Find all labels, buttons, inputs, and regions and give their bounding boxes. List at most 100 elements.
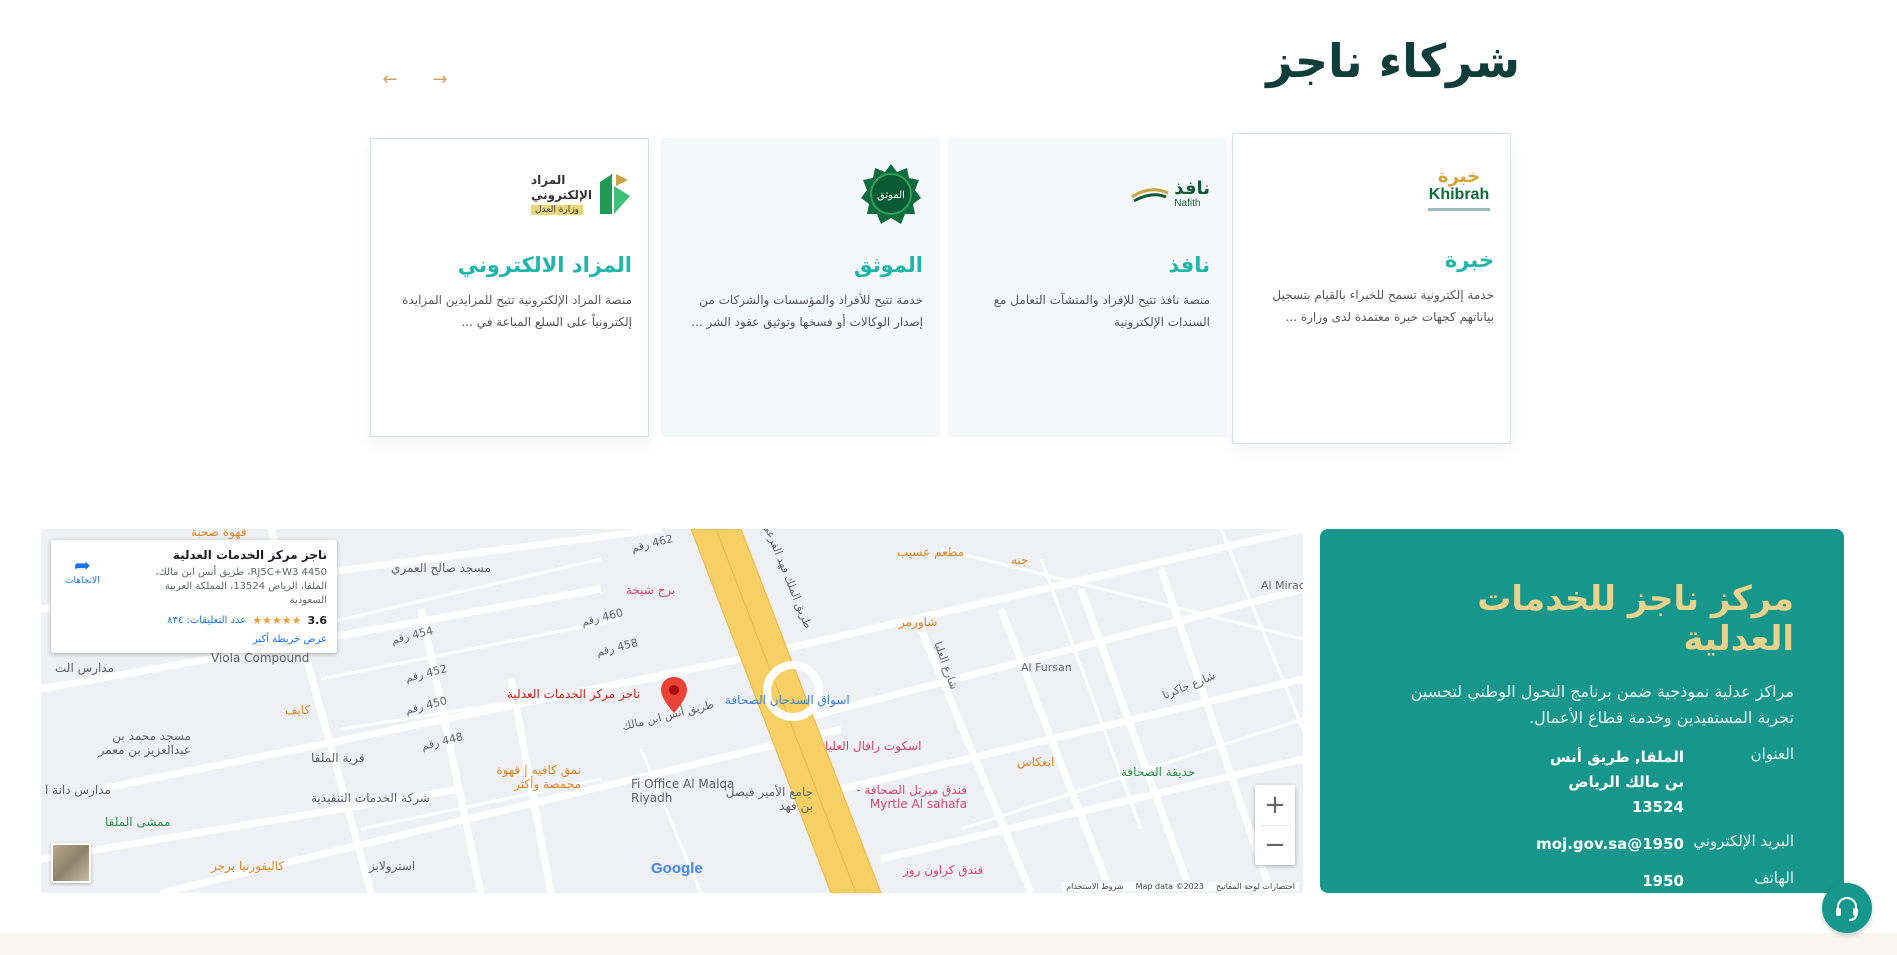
address-value: الملقا, طريق أنس بن مالك الرياض 13524 [1549, 748, 1684, 816]
mazad-logo-line3: وزارة العدل [530, 205, 583, 215]
map-street-label: Al Mirad [1261, 579, 1303, 592]
google-logo: Google [651, 860, 703, 877]
map-place-label[interactable]: حديقة الصحافة [1121, 765, 1195, 779]
map-place-label[interactable]: Viola Compound [211, 651, 309, 665]
satellite-toggle-button[interactable] [51, 843, 91, 883]
partner-card-khibrah[interactable]: خبرة Khibrah خبرة خدمة إلكترونية تسمح لل… [1232, 133, 1511, 444]
map-place-label[interactable]: مسجد محمد بن عبدالعزيز بن معمر [81, 729, 191, 757]
directions-icon: ➦ [73, 553, 91, 577]
map-place-label[interactable]: اسواق السدحان الصحافة [725, 693, 850, 707]
mazad-logo: المزاد الإلكتروني وزارة العدل [387, 149, 632, 239]
view-larger-map-link[interactable]: عرض خريطة أكبر [253, 634, 327, 645]
map-place-label[interactable]: ممشى الملقا [105, 815, 171, 829]
map-place-label[interactable]: جامع الأمير فيصل بن فهد [723, 785, 813, 813]
map-info-card: ناجز مركز الخدمات العدلية 4450 RJ5C+W3، … [51, 540, 337, 653]
map-street-label: Al Fursan [1021, 661, 1072, 674]
keyboard-shortcuts-link[interactable]: اختصارات لوحة المفاتيح [1216, 882, 1295, 891]
map-place-label[interactable]: استرولابز [369, 859, 415, 873]
partner-card-title[interactable]: الموثق [678, 253, 923, 277]
reviews-link[interactable]: عدد التعليقات: ٨٣٤ [167, 615, 246, 626]
google-map[interactable]: قهوة صحبة مسجد صالح العمري برج شيخة Viol… [41, 529, 1303, 893]
khibrah-logo-bar [1428, 207, 1490, 211]
place-rating-row: 3.6 ★★★★★ عدد التعليقات: ٨٣٤ [61, 614, 327, 627]
next-arrow-button[interactable]: → [430, 70, 450, 90]
partner-card-title[interactable]: خبرة [1249, 248, 1494, 272]
email-row: البريد الإلكتروني 1950@moj.gov.sa [1370, 832, 1794, 857]
contact-info: العنوان الملقا, طريق أنس بن مالك الرياض … [1370, 745, 1794, 894]
partner-card-desc: خدمة تتيح للأفراد والمؤسسات والشركات من … [691, 293, 923, 329]
map-place-label[interactable]: ناجز مركز الخدمات العدلية [507, 687, 640, 701]
terms-link[interactable]: شروط الاستخدام [1066, 882, 1123, 891]
zoom-out-button[interactable]: − [1255, 825, 1295, 865]
map-place-label[interactable]: مسجد صالح العمري [391, 561, 491, 575]
support-chat-button[interactable] [1822, 883, 1872, 933]
center-info-box: مركز ناجز للخدمات العدلية مراكز عدلية نم… [1320, 529, 1844, 893]
map-place-label[interactable]: جنه [1011, 553, 1028, 567]
partner-card-nafith[interactable]: نافذ Nafith نافذ منصة نافذ تتيح للإفراد … [948, 138, 1227, 437]
muwathiq-logo: الموثق [678, 149, 923, 239]
place-name: ناجز مركز الخدمات العدلية [172, 548, 327, 562]
muwathiq-logo-text: الموثق [877, 190, 905, 201]
partner-card-title[interactable]: المزاد الالكتروني [387, 253, 632, 277]
map-data-text: Map data ©2023 [1135, 882, 1204, 891]
headset-icon [1836, 897, 1858, 921]
footer-strip [0, 933, 1897, 955]
partners-carousel: خبرة Khibrah خبرة خدمة إلكترونية تسمح لل… [370, 133, 1521, 445]
nafith-logo-en: Nafith [1174, 197, 1201, 209]
partner-card-muwathiq[interactable]: الموثق الموثق خدمة تتيح للأفراد والمؤسسا… [661, 138, 940, 437]
map-place-label[interactable]: شاورمر [899, 615, 937, 629]
partner-card-desc: منصة المزاد الإلكترونية تتيح للمزايدين ا… [402, 293, 632, 329]
email-label: البريد الإلكتروني [1693, 832, 1794, 850]
partner-card-desc: منصة نافذ تتيح للإفراد والمنشآت التعامل … [993, 293, 1210, 329]
map-place-label[interactable]: انعكاس [1017, 755, 1054, 769]
place-rating: 3.6 [307, 614, 328, 627]
nafith-logo: نافذ Nafith [965, 149, 1210, 239]
map-place-label[interactable]: نمق كافيه | قهوة محمصة وأكثر [471, 763, 581, 791]
zoom-divider [1261, 825, 1289, 826]
directions-label: الاتجاهات [65, 576, 100, 586]
zoom-in-button[interactable]: + [1255, 785, 1295, 825]
map-place-label[interactable]: برج شيخة [626, 583, 675, 597]
map-footer: اختصارات لوحة المفاتيح Map data ©2023 شر… [1062, 882, 1299, 891]
center-title: مركز ناجز للخدمات العدلية [1477, 579, 1794, 659]
google-logo-text: Google [651, 860, 703, 877]
star-rating-icon: ★★★★★ [252, 614, 302, 627]
address-label: العنوان [1750, 745, 1794, 763]
map-place-label[interactable]: مدارس الت [55, 661, 114, 675]
zoom-controls: + − [1255, 785, 1295, 865]
mazad-logo-line1: المزاد [530, 173, 566, 187]
phone-value[interactable]: 1950 [1544, 869, 1684, 894]
nafith-logo-ar: نافذ [1174, 177, 1210, 199]
phone-row: الهاتف 1950 [1370, 869, 1794, 894]
prev-arrow-button[interactable]: ← [380, 70, 400, 90]
map-place-label[interactable]: كاليفورنيا برجر [211, 859, 284, 873]
phone-label: الهاتف [1754, 869, 1794, 887]
map-place-label[interactable]: فندق ميرتل الصحافة - Myrtle Al sahafa [837, 783, 967, 811]
map-place-label[interactable]: مدارس دانة ا [45, 783, 111, 797]
place-address: 4450 RJ5C+W3، طريق أنس ابن مالك، الملقا،… [155, 567, 327, 606]
map-place-label[interactable]: اسكوت رافال العليا [825, 739, 921, 753]
carousel-nav: ← → [380, 70, 450, 90]
nafith-swoosh-icon [1131, 188, 1169, 203]
map-place-label[interactable]: شركة الخدمات التنفيذية [311, 791, 430, 805]
mazad-logo-icon [600, 174, 630, 214]
khibrah-logo-en: Khibrah [1428, 185, 1490, 203]
map-place-label[interactable]: فندق كراون روز [903, 863, 983, 877]
partners-title: شركاء ناجز [1266, 34, 1520, 88]
map-place-label[interactable]: قرية الملقا [311, 751, 365, 765]
partner-card-desc: خدمة إلكترونية تسمح للخبراء بالقيام بتسج… [1272, 288, 1494, 324]
map-place-label[interactable]: مطعم عسيب [897, 545, 964, 559]
khibrah-logo: خبرة Khibrah [1249, 144, 1494, 234]
partner-card-title[interactable]: نافذ [965, 253, 1210, 277]
muwathiq-seal-icon: الموثق [861, 164, 921, 224]
mazad-logo-line2: الإلكتروني [530, 188, 592, 202]
center-description: مراكز عدلية نموذجية ضمن برنامج التحول ال… [1410, 682, 1794, 727]
map-place-label[interactable]: كايف [285, 703, 310, 717]
directions-button[interactable]: ➦ الاتجاهات [65, 554, 100, 586]
partner-card-mazad[interactable]: المزاد الإلكتروني وزارة العدل المزاد الا… [370, 138, 649, 437]
map-place-label[interactable]: قهوة صحبة [191, 529, 247, 539]
address-row: العنوان الملقا, طريق أنس بن مالك الرياض … [1370, 745, 1794, 820]
khibrah-logo-ar: خبرة [1437, 165, 1481, 187]
email-value[interactable]: 1950@moj.gov.sa [1536, 832, 1684, 857]
location-pin-icon[interactable] [661, 677, 687, 713]
